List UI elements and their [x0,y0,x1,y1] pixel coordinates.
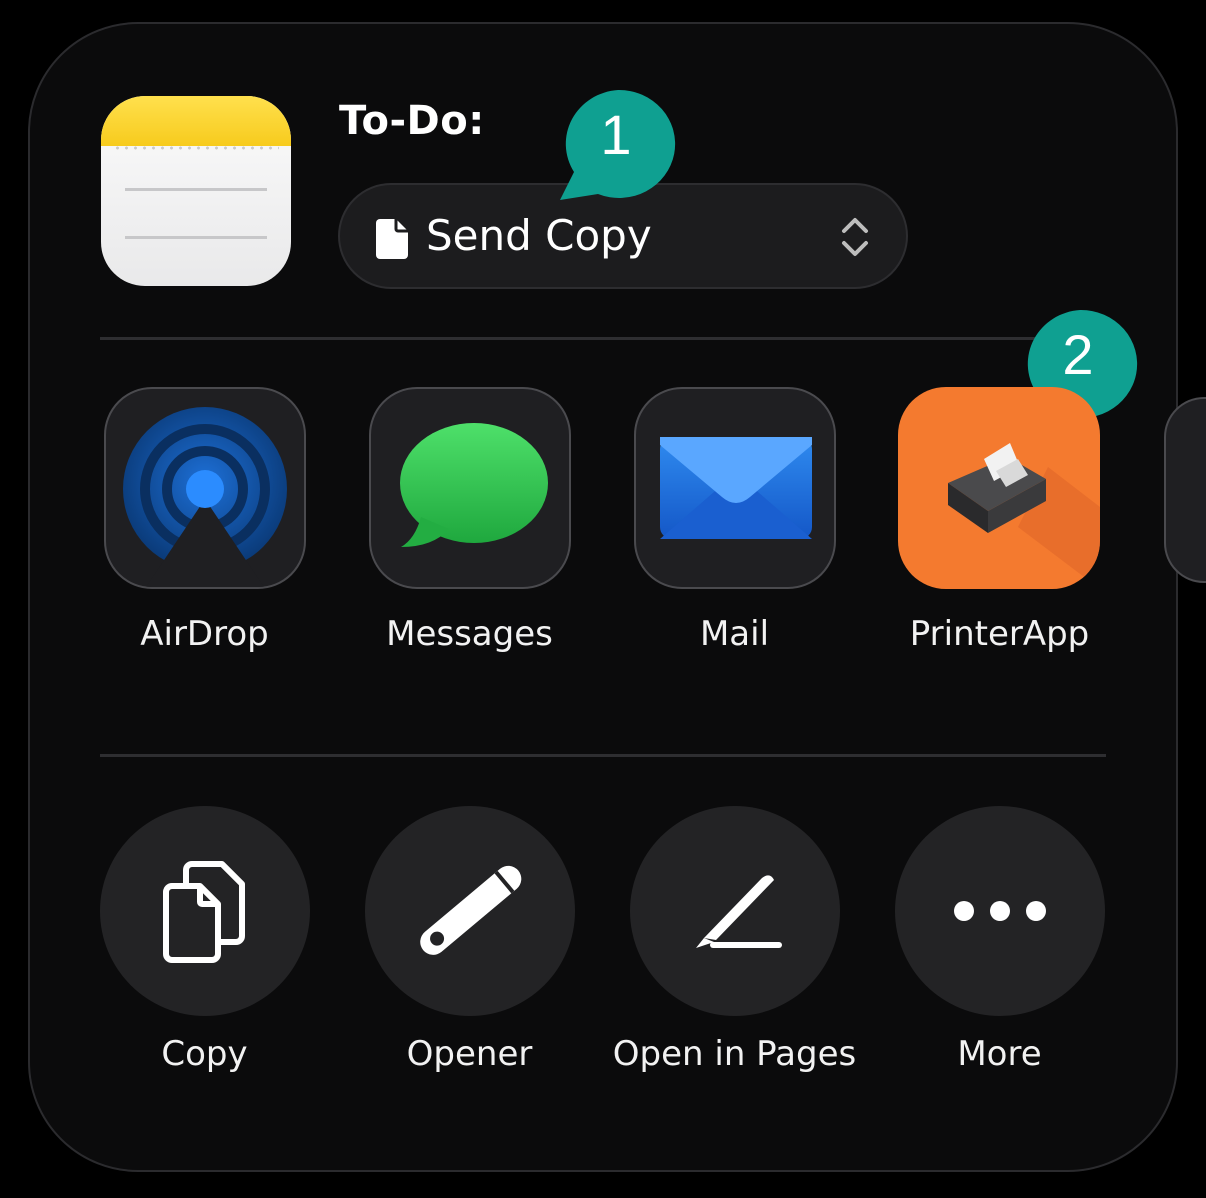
airdrop-label: AirDrop [140,614,269,654]
mail-icon [660,437,812,539]
callout-badge-1: 1 [560,88,676,200]
open-in-pages-label: Open in Pages [612,1034,857,1074]
notes-app-icon [101,96,291,286]
ellipsis-icon [954,901,1046,921]
document-title: To-Do: [339,98,485,144]
messages-app-button[interactable] [369,387,571,589]
callout-number: 1 [600,103,632,166]
open-in-pages-button[interactable] [630,806,840,1016]
callout-number: 2 [1062,323,1094,386]
opener-action-button[interactable] [365,806,575,1016]
send-mode-label: Send Copy [426,211,652,260]
copy-label: Copy [161,1034,248,1074]
pencil-icon [420,865,522,955]
copy-icon [163,861,245,963]
more-label: More [957,1034,1042,1074]
printerapp-label: PrinterApp [909,614,1090,654]
next-app-partial[interactable] [1164,397,1206,583]
thermal-printer-icon [948,443,1100,589]
messages-icon [400,423,548,547]
printerapp-button[interactable] [898,387,1100,589]
document-icon [376,219,408,259]
messages-label: Messages [386,614,553,654]
opener-label: Opener [406,1034,533,1074]
mail-label: Mail [699,614,770,654]
divider-top [100,337,1106,340]
mail-app-button[interactable] [634,387,836,589]
airdrop-icon [123,407,287,587]
more-action-button[interactable] [895,806,1105,1016]
divider-bottom [100,754,1106,757]
airdrop-app-button[interactable] [104,387,306,589]
pen-writing-icon [696,875,782,948]
copy-action-button[interactable] [100,806,310,1016]
chevron-up-down-icon [842,218,868,256]
